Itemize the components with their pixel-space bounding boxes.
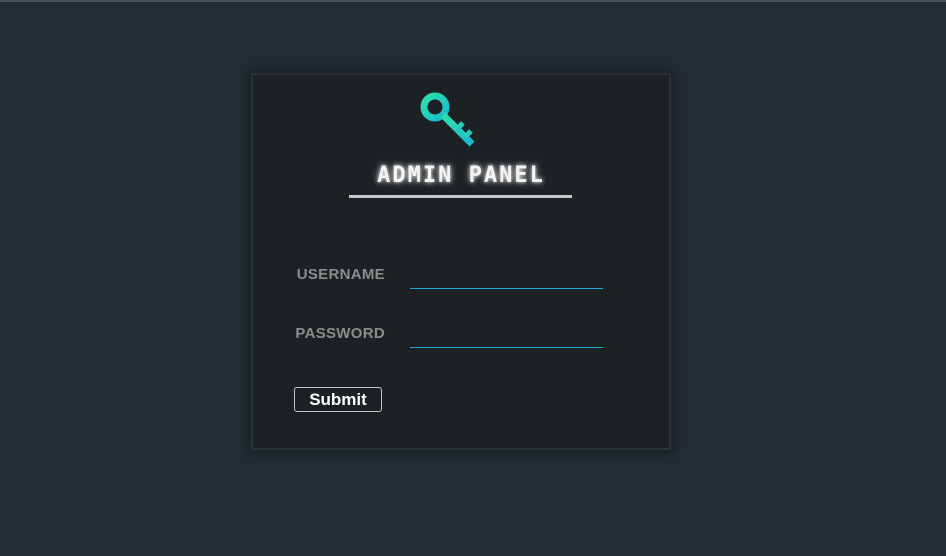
- login-panel: ADMIN PANEL USERNAME PASSWORD Submit: [253, 75, 669, 448]
- username-field[interactable]: [410, 266, 603, 289]
- title-underline: [349, 195, 572, 198]
- top-border: [0, 0, 946, 2]
- username-label: USERNAME: [296, 266, 385, 283]
- password-field[interactable]: [410, 325, 603, 348]
- submit-button[interactable]: Submit: [294, 387, 382, 412]
- key-icon: [420, 92, 475, 147]
- panel-title: ADMIN PANEL: [377, 163, 545, 188]
- password-label: PASSWORD: [295, 325, 385, 342]
